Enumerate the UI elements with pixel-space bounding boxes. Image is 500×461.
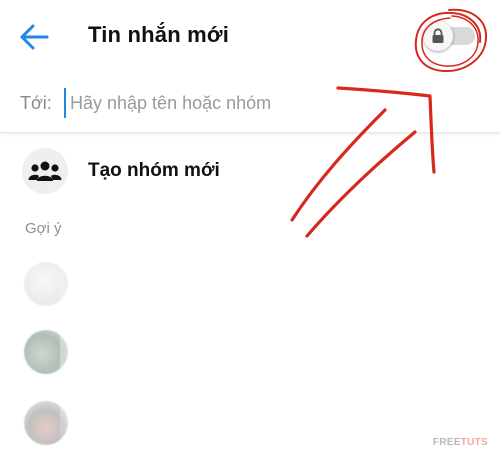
suggestion-item[interactable]	[0, 330, 500, 390]
recipient-label: Tới:	[20, 93, 52, 113]
people-group-icon	[28, 161, 62, 181]
back-button[interactable]	[16, 20, 52, 54]
toggle-knob	[423, 21, 453, 51]
group-avatar	[22, 148, 68, 194]
secret-conversation-toggle[interactable]	[423, 21, 475, 51]
watermark-text: FREE	[432, 437, 461, 448]
suggestion-item[interactable]	[0, 262, 500, 322]
create-group-button[interactable]: Tạo nhóm mới	[0, 140, 500, 204]
suggestions-heading: Gợi ý	[25, 220, 62, 237]
watermark-logo: FREETUTS	[433, 437, 488, 448]
lock-icon	[432, 28, 444, 43]
arrow-left-icon	[20, 24, 49, 50]
avatar	[24, 401, 68, 445]
create-group-label: Tạo nhóm mới	[88, 160, 220, 181]
recipient-search-input[interactable]	[64, 88, 400, 118]
watermark-accent: TUTS	[460, 437, 488, 448]
suggestion-item[interactable]	[0, 401, 500, 461]
page-title: Tin nhắn mới	[88, 22, 230, 47]
app-header: Tin nhắn mới	[0, 0, 500, 74]
recipient-row: Tới:	[0, 74, 500, 133]
avatar	[24, 262, 68, 306]
avatar	[24, 330, 68, 374]
